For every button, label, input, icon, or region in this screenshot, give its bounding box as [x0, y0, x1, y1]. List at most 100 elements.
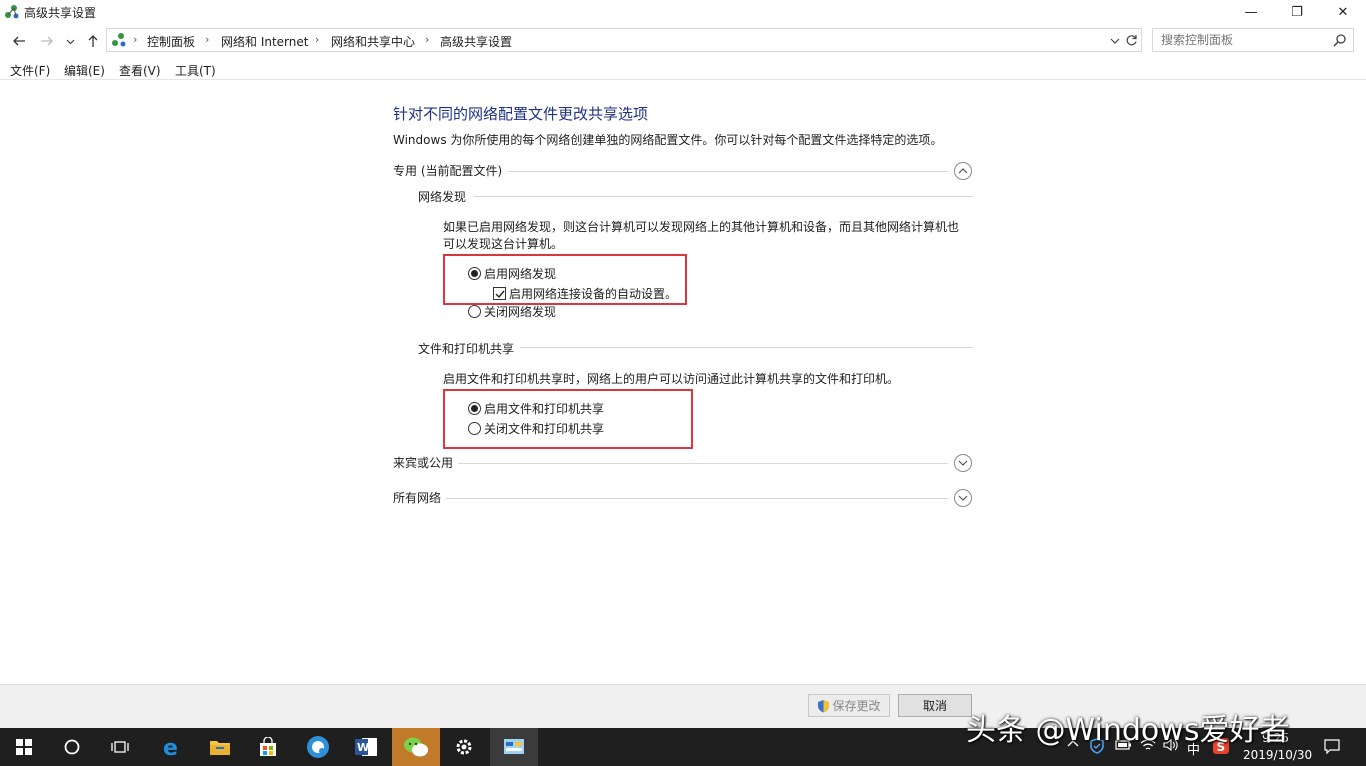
network-discovery-on-radio[interactable]: 启用网络发现 [468, 265, 556, 282]
notification-icon [1324, 739, 1340, 755]
forward-button[interactable] [36, 30, 58, 52]
chevron-down-icon[interactable] [1110, 36, 1120, 46]
radio-unselected-icon [468, 305, 481, 318]
menu-tools[interactable]: 工具(T) [175, 62, 216, 79]
window-title: 高级共享设置 [24, 6, 97, 20]
close-icon: ✕ [1337, 4, 1349, 20]
control-panel-icon [504, 739, 524, 754]
section-all-networks-title[interactable]: 所有网络 [393, 489, 441, 506]
navigation-bar: › 控制面板 › 网络和 Internet › 网络和共享中心 › 高级共享设置 [0, 26, 1366, 54]
divider [446, 498, 948, 499]
file-sharing-title: 文件和打印机共享 [418, 342, 515, 356]
network-discovery-description: 如果已启用网络发现，则这台计算机可以发现网络上的其他计算机和设备，而且其他网络计… [443, 219, 959, 253]
edge-browser-icon: e [163, 736, 178, 758]
chevron-up-icon [958, 168, 968, 174]
file-explorer-taskbar-button[interactable] [196, 728, 244, 766]
save-changes-label: 保存更改 [832, 699, 881, 713]
gear-icon [456, 739, 472, 755]
highlight-box [443, 389, 693, 449]
search-icon[interactable] [1333, 33, 1347, 47]
checkbox-checked-icon [493, 287, 506, 300]
search-button[interactable] [48, 728, 96, 766]
breadcrumb-separator-icon[interactable]: › [315, 33, 319, 46]
expand-all-networks-button[interactable] [954, 489, 972, 507]
up-arrow-icon [88, 35, 98, 47]
wechat-icon [404, 737, 428, 757]
watermark: 头条 @Windows爱好者 [966, 713, 1290, 748]
word-icon: W [355, 738, 377, 756]
network-icon [5, 5, 19, 19]
file-sharing-off-radio[interactable]: 关闭文件和打印机共享 [468, 420, 604, 437]
page-description: Windows 为你所使用的每个网络创建单独的网络配置文件。你可以针对每个配置文… [393, 133, 943, 147]
expand-guest-button[interactable] [954, 454, 972, 472]
auto-setup-label: 启用网络连接设备的自动设置。 [509, 287, 678, 301]
back-arrow-icon [13, 36, 25, 46]
svg-text:W: W [357, 741, 369, 754]
up-button[interactable] [82, 30, 104, 52]
cortana-icon [64, 739, 80, 755]
control-panel-taskbar-button[interactable] [490, 728, 538, 766]
title-bar: 高级共享设置 — ❐ ✕ [0, 0, 1366, 24]
divider [474, 196, 973, 197]
breadcrumb-separator-icon[interactable]: › [133, 33, 137, 46]
store-taskbar-button[interactable] [244, 728, 292, 766]
address-bar[interactable]: › 控制面板 › 网络和 Internet › 网络和共享中心 › 高级共享设置 [106, 28, 1142, 52]
breadcrumb-separator-icon[interactable]: › [205, 33, 209, 46]
taskbar-date[interactable]: 2019/10/30 [1243, 748, 1312, 762]
app-taskbar-button[interactable] [294, 728, 342, 766]
network-discovery-title: 网络发现 [418, 190, 467, 204]
svg-text:e: e [163, 736, 178, 758]
file-sharing-on-label: 启用文件和打印机共享 [484, 402, 605, 416]
cancel-label: 取消 [922, 699, 947, 713]
network-discovery-off-radio[interactable]: 关闭网络发现 [468, 303, 556, 320]
edge-taskbar-button[interactable]: e [148, 728, 196, 766]
breadcrumb-advanced-sharing[interactable]: 高级共享设置 [440, 33, 512, 50]
minimize-icon: — [1244, 4, 1258, 20]
start-button[interactable] [0, 728, 48, 766]
network-discovery-description-line1: 如果已启用网络发现，则这台计算机可以发现网络上的其他计算机和设备，而且其他网络计… [443, 220, 960, 234]
restore-icon: ❐ [1291, 4, 1303, 20]
search-box[interactable] [1152, 28, 1354, 52]
windows-logo-icon [16, 739, 32, 755]
search-input[interactable] [1161, 33, 1331, 47]
network-discovery-on-label: 启用网络发现 [484, 267, 557, 281]
breadcrumb-network-internet[interactable]: 网络和 Internet [221, 33, 308, 50]
divider [508, 171, 948, 172]
menu-file[interactable]: 文件(F) [10, 62, 50, 79]
store-bag-icon [260, 737, 276, 756]
minimize-button[interactable]: — [1228, 0, 1274, 24]
network-icon [112, 33, 126, 47]
divider [458, 463, 948, 464]
section-private-title[interactable]: 专用 (当前配置文件) [393, 162, 502, 179]
file-sharing-on-radio[interactable]: 启用文件和打印机共享 [468, 400, 604, 417]
settings-taskbar-button[interactable] [440, 728, 488, 766]
save-changes-button[interactable]: 保存更改 [808, 694, 890, 717]
notification-center-button[interactable] [1324, 738, 1340, 757]
restore-button[interactable]: ❐ [1274, 0, 1320, 24]
menu-bar: 文件(F) 编辑(E) 查看(V) 工具(T) [0, 58, 1366, 80]
task-view-icon [111, 741, 129, 753]
chevron-down-icon [66, 39, 74, 44]
breadcrumb-network-sharing-center[interactable]: 网络和共享中心 [331, 33, 415, 50]
task-view-button[interactable] [96, 728, 144, 766]
network-discovery-description-line2: 可以发现这台计算机。 [443, 237, 564, 251]
breadcrumb-control-panel[interactable]: 控制面板 [147, 33, 195, 50]
network-discovery-off-label: 关闭网络发现 [484, 305, 557, 319]
collapse-private-button[interactable] [954, 162, 972, 180]
wechat-taskbar-button[interactable] [392, 728, 440, 766]
divider [520, 347, 973, 348]
shield-icon [818, 699, 830, 712]
back-button[interactable] [8, 30, 30, 52]
cancel-button[interactable]: 取消 [898, 694, 972, 717]
auto-setup-checkbox[interactable]: 启用网络连接设备的自动设置。 [493, 285, 677, 302]
section-guest-title[interactable]: 来宾或公用 [393, 454, 453, 471]
refresh-icon[interactable] [1125, 34, 1138, 47]
breadcrumb-separator-icon[interactable]: › [425, 33, 429, 46]
menu-edit[interactable]: 编辑(E) [64, 62, 105, 79]
page-title: 针对不同的网络配置文件更改共享选项 [393, 105, 649, 123]
word-taskbar-button[interactable]: W [342, 728, 390, 766]
menu-view[interactable]: 查看(V) [119, 62, 161, 79]
file-sharing-description: 启用文件和打印机共享时，网络上的用户可以访问通过此计算机共享的文件和打印机。 [443, 372, 900, 386]
close-button[interactable]: ✕ [1320, 0, 1366, 24]
recent-locations-button[interactable] [62, 30, 78, 52]
